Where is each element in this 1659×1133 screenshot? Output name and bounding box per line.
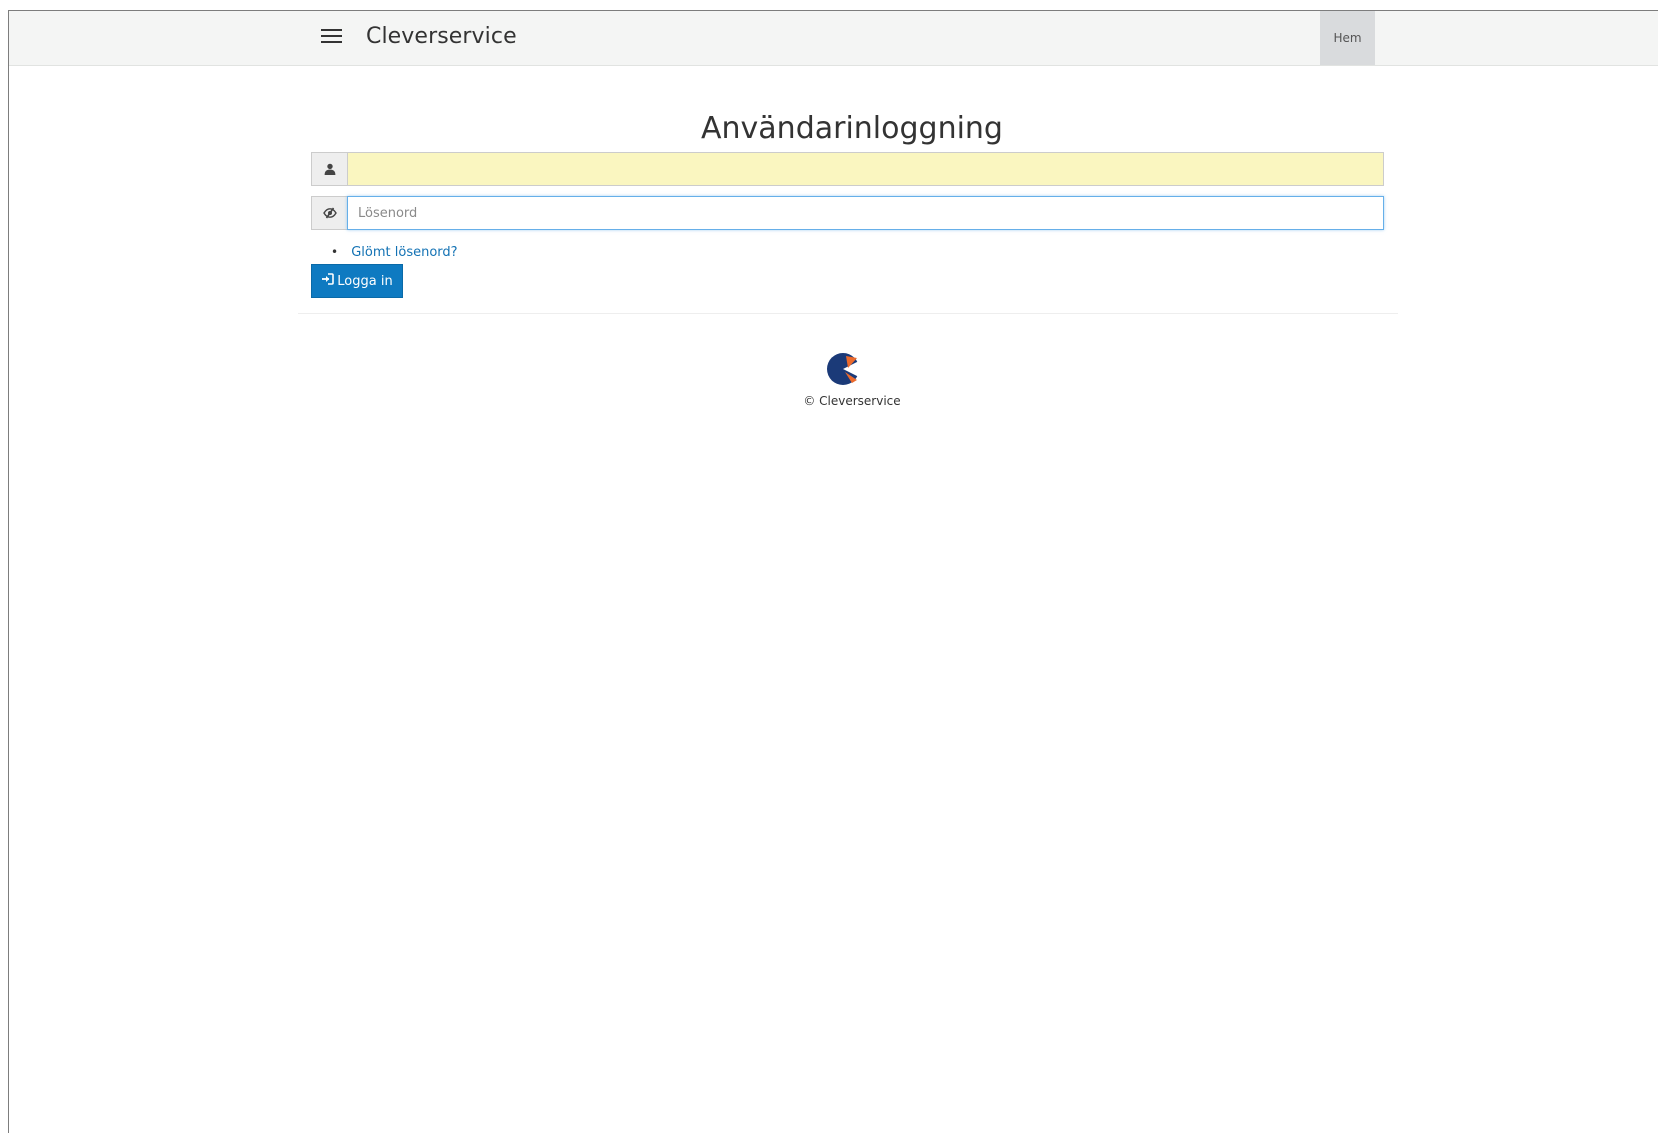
hamburger-menu-icon[interactable] (321, 29, 343, 47)
login-button[interactable]: Logga in (311, 264, 403, 298)
page-title: Användarinloggning (701, 111, 1003, 146)
username-group (311, 152, 1384, 186)
browser-frame: Cleverservice Hem Användarinloggning Glö… (8, 10, 1658, 1133)
hamburger-line (321, 41, 342, 43)
hamburger-line (321, 29, 342, 31)
eye-slash-icon[interactable] (311, 196, 347, 230)
login-links: Glömt lösenord? (331, 245, 457, 260)
user-icon (311, 152, 347, 186)
copyright-text: © Cleverservice (803, 394, 901, 408)
forgot-password-link[interactable]: Glömt lösenord? (351, 245, 457, 260)
content-divider (298, 313, 1398, 314)
password-group (311, 196, 1384, 230)
login-button-label: Logga in (337, 273, 393, 289)
sign-in-icon (321, 273, 335, 289)
brand-link[interactable]: Cleverservice (366, 24, 517, 49)
cleverservice-logo (826, 352, 862, 386)
hamburger-line (321, 35, 342, 37)
password-input[interactable] (347, 196, 1384, 230)
username-input[interactable] (347, 152, 1384, 186)
list-item: Glömt lösenord? (331, 245, 457, 260)
nav-home-link[interactable]: Hem (1320, 11, 1375, 65)
top-navbar: Cleverservice Hem (9, 11, 1658, 66)
